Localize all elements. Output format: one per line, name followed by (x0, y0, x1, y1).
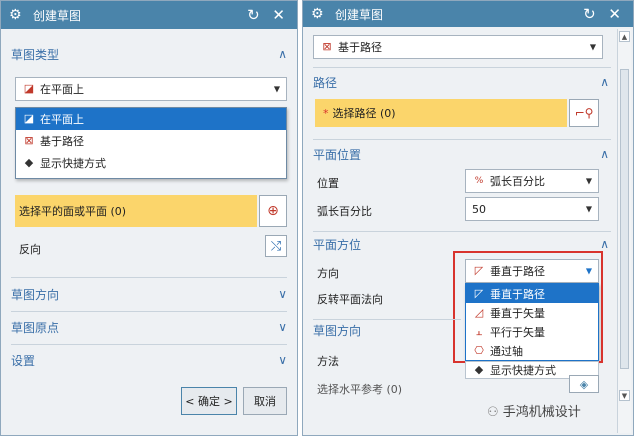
method-label: 方法 (317, 355, 339, 368)
chevron-down-icon[interactable]: ∨ (278, 287, 287, 301)
position-label: 位置 (317, 177, 339, 190)
watermark-text: 手鸿机械设计 (502, 405, 581, 420)
select-value: 基于路径 (338, 41, 382, 54)
section-path[interactable]: 路径 ∧ (313, 69, 609, 95)
cube-icon: ◈ (579, 377, 589, 391)
chevron-up-icon[interactable]: ∧ (600, 237, 609, 251)
arc-percent-input[interactable]: 50 ▼ (465, 197, 599, 221)
dialog-title: 创建草图 (335, 7, 384, 22)
dialog-title: 创建草图 (33, 8, 82, 23)
option-label: 显示快捷方式 (40, 157, 106, 170)
highlight-callout (453, 251, 603, 363)
horizontal-ref-button[interactable]: ◈ (569, 375, 599, 393)
scrollbar[interactable]: ▲ ▼ (617, 29, 631, 433)
section-label: 平面位置 (313, 147, 362, 162)
arc-percent-label: 弧长百分比 (317, 205, 372, 218)
reverse-normal-label: 反转平面法向 (317, 293, 383, 306)
option-show-shortcuts[interactable]: ◆ 显示快捷方式 (16, 152, 286, 174)
select-path-field[interactable]: * 选择路径 (0) (315, 99, 567, 127)
chevron-up-icon[interactable]: ∧ (600, 75, 609, 89)
option-label: 在平面上 (40, 113, 84, 126)
reset-close-icons[interactable]: ↻ ✕ (583, 5, 625, 23)
scroll-thumb[interactable] (620, 69, 629, 369)
gear-icon[interactable]: ⚙ (311, 6, 329, 22)
title-bar: ⚙ 创建草图 ↻ ✕ (1, 1, 297, 29)
section-label: 草图方向 (11, 287, 60, 302)
option-label: 基于路径 (40, 135, 84, 148)
section-label: 草图方向 (313, 323, 362, 338)
plane-icon: ◪ (23, 82, 35, 95)
scroll-up-icon[interactable]: ▲ (619, 31, 630, 42)
chevron-down-icon[interactable]: ∨ (278, 353, 287, 367)
section-sketch-type[interactable]: 草图类型 ∧ (11, 41, 287, 67)
reset-close-icons[interactable]: ↻ ✕ (247, 6, 289, 24)
reverse-arrows-icon: ⤭ (270, 238, 282, 254)
section-label: 路径 (313, 75, 338, 90)
chevron-down-icon[interactable]: ▼ (586, 177, 592, 186)
select-value: 在平面上 (40, 83, 84, 96)
chevron-down-icon[interactable]: ∨ (278, 320, 287, 334)
arrow-left-icon: ◆ (24, 156, 34, 169)
option-label: 显示快捷方式 (490, 364, 556, 377)
gear-icon[interactable]: ⚙ (9, 7, 27, 23)
required-mark: * (323, 106, 329, 120)
option-on-path[interactable]: ⊠ 基于路径 (16, 130, 286, 152)
watermark: ⚇ 手鸿机械设计 (487, 401, 581, 420)
path-select-button[interactable]: ⌐⚲ (569, 99, 599, 127)
select-value: 弧长百分比 (490, 175, 545, 188)
section-label: 草图原点 (11, 320, 60, 335)
horizontal-ref-label: 选择水平参考 (0) (317, 383, 403, 396)
create-sketch-dialog-right: ⚙ 创建草图 ↻ ✕ ⊠ 基于路径 ▼ 路径 ∧ * 选择路径 (0) ⌐⚲ 平… (302, 0, 634, 436)
section-label: 草图类型 (11, 47, 60, 62)
plane-dialog-button[interactable]: ⊕ (259, 195, 287, 227)
divider (313, 139, 611, 140)
direction-label: 方向 (317, 267, 339, 280)
chevron-down-icon[interactable]: ▼ (586, 205, 592, 214)
section-sketch-orient[interactable]: 草图方向 ∨ (11, 281, 287, 307)
path-icon: ⊠ (24, 134, 34, 147)
option-on-plane[interactable]: ◪ 在平面上 (16, 108, 286, 130)
reverse-label: 反向 (19, 243, 41, 256)
chevron-up-icon[interactable]: ∧ (600, 147, 609, 161)
section-sketch-orient[interactable]: 草图方向 (313, 317, 453, 343)
divider (11, 311, 287, 312)
section-label: 平面方位 (313, 237, 362, 252)
section-label: 设置 (11, 353, 36, 368)
section-settings[interactable]: 设置 ∨ (11, 347, 287, 373)
create-sketch-dialog-left: ⚙ 创建草图 ↻ ✕ 草图类型 ∧ ◪ 在平面上 ▼ ◪ 在平面上 ⊠ 基于路径… (0, 0, 298, 436)
plane-icon: ◪ (23, 112, 35, 125)
chevron-down-icon[interactable]: ▼ (590, 43, 596, 52)
chevron-down-icon[interactable]: ▼ (274, 85, 280, 94)
arrow-left-icon: ◆ (474, 363, 484, 376)
input-value: 50 (472, 202, 486, 216)
section-sketch-origin[interactable]: 草图原点 ∨ (11, 314, 287, 340)
wechat-icon: ⚇ (487, 405, 503, 420)
select-path-label: 选择路径 (0) (332, 107, 396, 120)
ok-button[interactable]: < 确定 > (181, 387, 237, 415)
section-plane-position[interactable]: 平面位置 ∧ (313, 141, 609, 167)
divider (11, 344, 287, 345)
divider (11, 277, 287, 278)
sketch-type-select[interactable]: ◪ 在平面上 ▼ (15, 77, 287, 101)
select-plane-label: 选择平的面或平面 (0) (19, 205, 127, 218)
sketch-type-dropdown: ◪ 在平面上 ⊠ 基于路径 ◆ 显示快捷方式 (15, 107, 287, 179)
curve-select-icon: ⌐⚲ (574, 106, 594, 120)
title-bar: ⚙ 创建草图 ↻ ✕ (303, 1, 633, 27)
path-icon: ⊠ (322, 40, 332, 53)
select-plane-field[interactable]: 选择平的面或平面 (0) (15, 195, 257, 227)
reverse-direction-button[interactable]: ⤭ (265, 235, 287, 257)
cancel-button[interactable]: 取消 (243, 387, 287, 415)
divider (313, 67, 611, 68)
sketch-type-select[interactable]: ⊠ 基于路径 ▼ (313, 35, 603, 59)
percent-icon: % (474, 176, 484, 186)
chevron-up-icon[interactable]: ∧ (278, 47, 287, 61)
position-select[interactable]: % 弧长百分比 ▼ (465, 169, 599, 193)
crosshair-icon: ⊕ (267, 203, 279, 219)
scroll-down-icon[interactable]: ▼ (619, 390, 630, 401)
